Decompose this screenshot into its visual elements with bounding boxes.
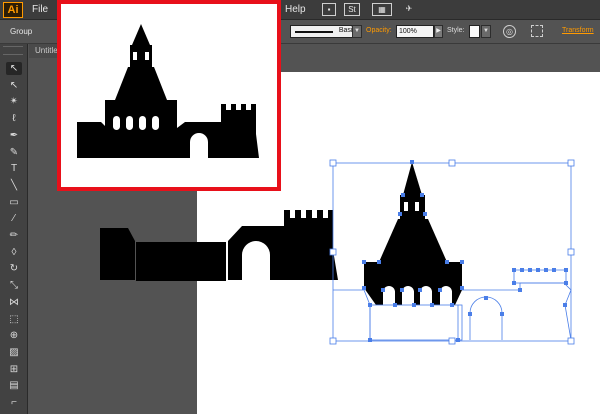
selection-outlines (332, 162, 572, 342)
castle-silhouette-reference (77, 24, 259, 158)
bounding-box-handles[interactable] (329, 159, 575, 345)
reference-preview (57, 0, 281, 191)
building-block-left (100, 228, 135, 280)
illustrator-window: Ai File Help ▪ St ▦ ✈ Group Basic ▼ Opac… (0, 0, 600, 414)
building-block-battlement-tower (284, 210, 338, 280)
building-block-wall (136, 242, 226, 281)
building-block-gate (228, 226, 284, 280)
selected-tower[interactable] (364, 162, 462, 305)
